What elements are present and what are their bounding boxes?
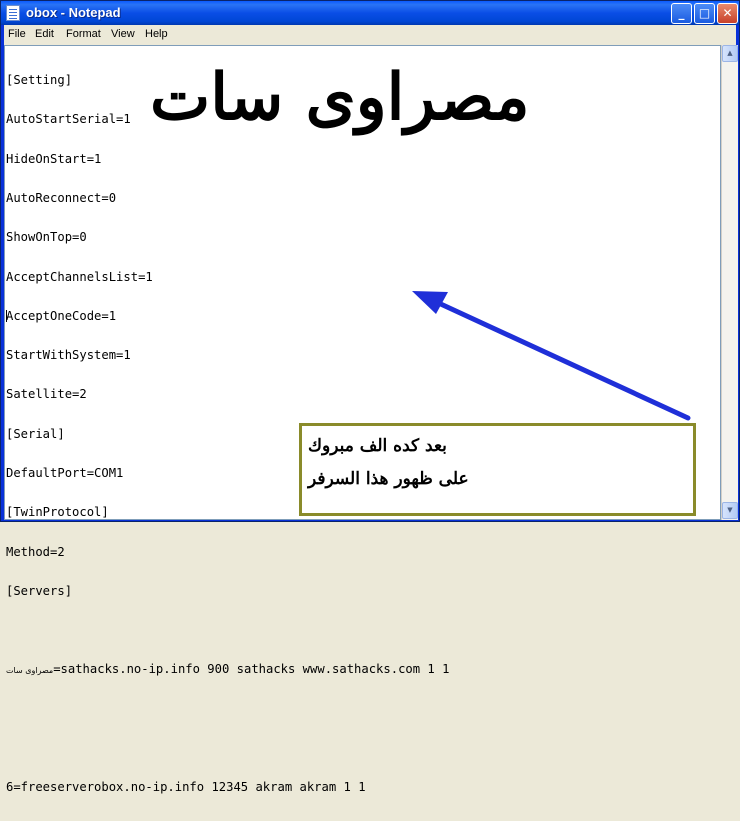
callout-box: بعد كده الف مبروك على ظهور هذا السرفر xyxy=(299,423,696,516)
editor-line: [Servers] xyxy=(6,583,73,598)
arrow-shaft xyxy=(429,297,691,421)
server-line-rest: =sathacks.no-ip.info 900 sathacks www.sa… xyxy=(53,662,450,677)
callout-line-1: بعد كده الف مبروك xyxy=(308,436,447,456)
callout-line-2: على ظهور هذا السرفر xyxy=(308,469,469,489)
editor-line-server-1: مصراوى سات=sathacks.no-ip.info 900 satha… xyxy=(6,663,718,676)
server-name-arabic: مصراوى سات xyxy=(6,666,54,676)
editor-line-server-2: 6=freeserverobox.no-ip.info 12345 akram … xyxy=(6,780,366,795)
editor-line: Method=2 xyxy=(6,544,65,559)
